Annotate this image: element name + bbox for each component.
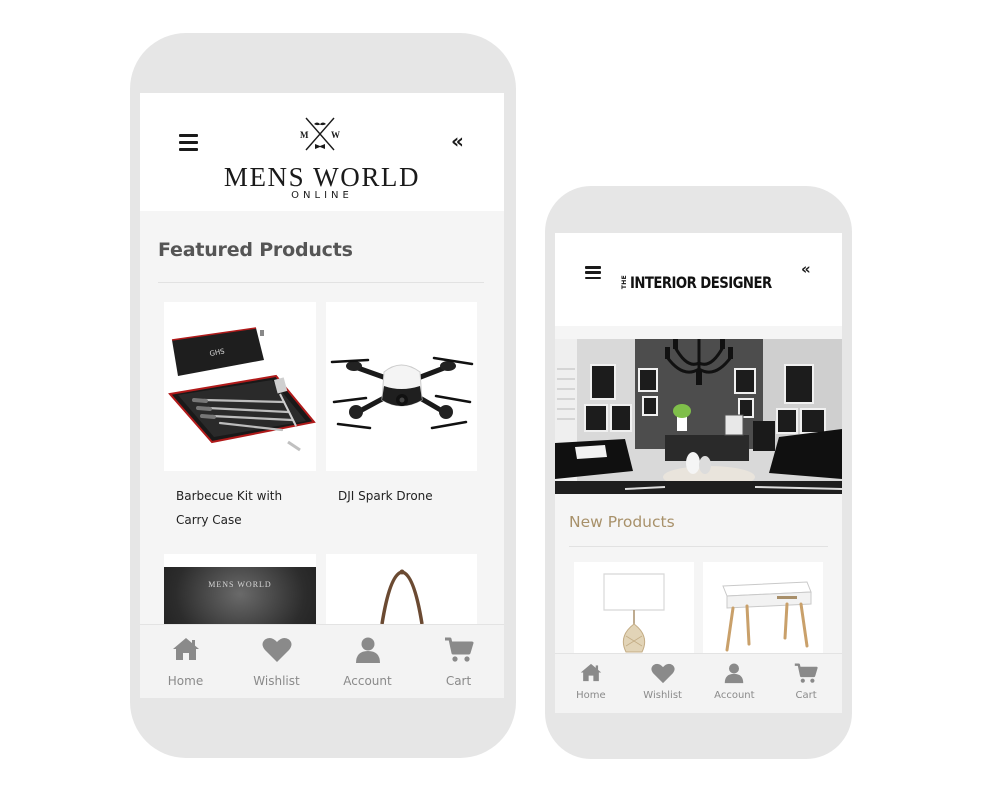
mens-world-screen: M W MENS WORLD ONLINE « Featured Product… bbox=[140, 93, 504, 698]
nav-home[interactable]: Home bbox=[555, 654, 627, 713]
interior-designer-screen: THE INTERIOR DESIGNER « New Products Hom… bbox=[555, 233, 842, 713]
cart-icon bbox=[444, 637, 473, 662]
home-icon bbox=[172, 638, 199, 660]
mens-world-header: M W MENS WORLD ONLINE « bbox=[140, 93, 504, 211]
bottom-nav: Home Wishlist Account Cart bbox=[555, 653, 842, 713]
heart-icon bbox=[651, 663, 675, 684]
section-title: New Products bbox=[569, 513, 675, 531]
section-divider bbox=[158, 282, 484, 283]
nav-account[interactable]: Account bbox=[699, 654, 771, 713]
hamburger-icon[interactable] bbox=[179, 134, 198, 151]
product-image-white-desk[interactable] bbox=[703, 562, 823, 657]
product-image-drone[interactable] bbox=[326, 302, 477, 471]
nav-account[interactable]: Account bbox=[322, 625, 413, 698]
cart-icon bbox=[794, 663, 818, 683]
heart-icon bbox=[262, 637, 291, 662]
double-chevron-left-icon[interactable]: « bbox=[451, 131, 464, 151]
section-divider bbox=[569, 546, 828, 547]
brand-title: MENS WORLD bbox=[223, 162, 421, 192]
bottom-nav: Home Wishlist Account Cart bbox=[140, 624, 504, 698]
nav-wishlist[interactable]: Wishlist bbox=[231, 625, 322, 698]
nav-cart[interactable]: Cart bbox=[770, 654, 842, 713]
product-image-bbq-kit[interactable]: GHS bbox=[164, 302, 316, 471]
nav-wishlist[interactable]: Wishlist bbox=[627, 654, 699, 713]
product-label[interactable]: DJI Spark Drone bbox=[338, 484, 433, 508]
user-icon bbox=[725, 663, 744, 684]
svg-text:W: W bbox=[331, 130, 340, 140]
interior-designer-logo: THE INTERIOR DESIGNER bbox=[621, 273, 772, 292]
interior-designer-header: THE INTERIOR DESIGNER « bbox=[555, 233, 842, 326]
phone-mens-world: M W MENS WORLD ONLINE « Featured Product… bbox=[130, 33, 516, 758]
home-icon bbox=[580, 663, 602, 682]
svg-text:M: M bbox=[300, 130, 309, 140]
phone-interior-designer: THE INTERIOR DESIGNER « New Products Hom… bbox=[545, 186, 852, 759]
user-icon bbox=[355, 637, 380, 663]
section-title: Featured Products bbox=[158, 239, 353, 261]
hamburger-icon[interactable] bbox=[585, 266, 601, 279]
brand-subtitle: ONLINE bbox=[291, 190, 353, 201]
nav-home[interactable]: Home bbox=[140, 625, 231, 698]
hero-image-living-room[interactable] bbox=[555, 339, 842, 494]
product-label[interactable]: Barbecue Kit with Carry Case bbox=[176, 484, 282, 532]
product-image-table-lamp[interactable] bbox=[574, 562, 694, 657]
double-chevron-left-icon[interactable]: « bbox=[801, 262, 811, 277]
mens-world-logo-mark: M W bbox=[300, 117, 340, 151]
nav-cart[interactable]: Cart bbox=[413, 625, 504, 698]
